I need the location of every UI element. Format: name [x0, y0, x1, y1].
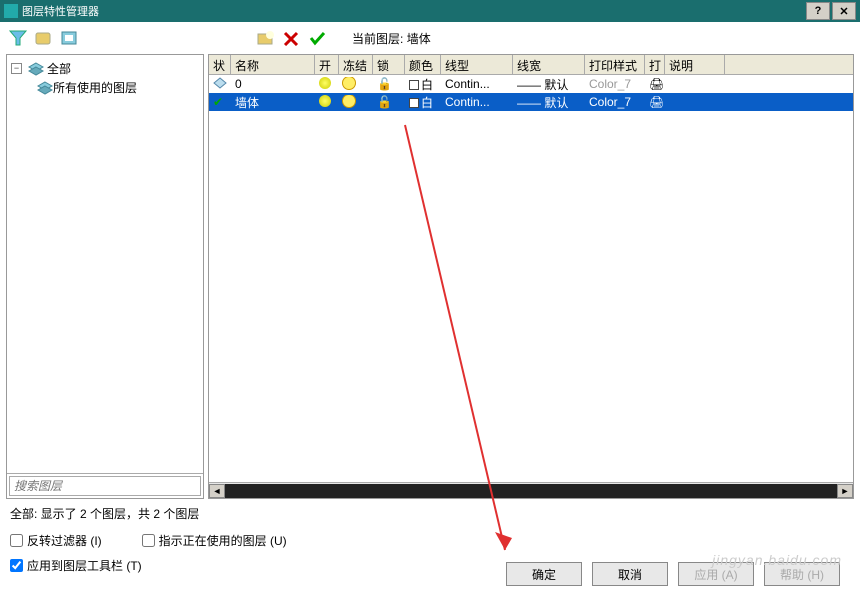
plotstyle-cell[interactable]: Color_7	[585, 77, 645, 91]
layers-stack-icon	[28, 62, 44, 76]
bulb-on-icon[interactable]	[319, 95, 331, 107]
apply-toolbar-input[interactable]	[10, 559, 23, 572]
options-row-1: 反转过滤器 (I) 指示正在使用的图层 (U)	[0, 528, 860, 553]
new-group-filter-icon[interactable]	[34, 30, 54, 46]
watermark: jingyan.baidu.com	[712, 552, 842, 568]
new-filter-icon[interactable]	[8, 30, 28, 46]
col-on[interactable]: 开	[315, 55, 339, 74]
bulb-on-icon[interactable]	[319, 77, 331, 89]
window-title: 图层特性管理器	[22, 3, 804, 19]
col-name[interactable]: 名称	[231, 55, 315, 74]
close-button[interactable]: ✕	[832, 2, 856, 20]
title-bar: 图层特性管理器 ? ✕	[0, 0, 860, 22]
app-icon	[4, 4, 18, 18]
plotstyle-cell[interactable]: Color_7	[585, 95, 645, 109]
sun-icon[interactable]	[343, 95, 355, 107]
collapse-icon[interactable]: −	[11, 63, 22, 74]
layer-name-cell[interactable]: 墙体	[231, 94, 315, 111]
set-current-icon[interactable]	[308, 30, 328, 46]
apply-toolbar-checkbox[interactable]: 应用到图层工具栏 (T)	[10, 557, 142, 574]
lineweight-cell[interactable]: —— 默认	[513, 94, 585, 111]
current-check-icon: ✔	[213, 95, 223, 109]
search-input[interactable]	[9, 476, 201, 496]
col-linetype[interactable]: 线型	[441, 55, 513, 74]
col-status[interactable]: 状	[209, 55, 231, 74]
col-plotstyle[interactable]: 打印样式	[585, 55, 645, 74]
col-freeze[interactable]: 冻结	[339, 55, 373, 74]
tree-root-all[interactable]: − 全部	[11, 59, 199, 78]
filter-tree-panel: − 全部 所有使用的图层	[6, 54, 204, 499]
layer-states-icon[interactable]	[60, 30, 80, 46]
search-container	[7, 473, 203, 498]
color-swatch[interactable]	[409, 80, 419, 90]
layers-panel: 状 名称 开 冻结 锁定 颜色 线型 线宽 打印样式 打 说明 0 🔓 白 Co…	[208, 54, 854, 499]
scroll-track[interactable]	[225, 484, 837, 498]
scroll-left-button[interactable]: ◄	[209, 484, 225, 498]
status-bar: 全部: 显示了 2 个图层，共 2 个图层	[0, 499, 860, 528]
tree-root-label: 全部	[47, 60, 71, 77]
scroll-right-button[interactable]: ►	[837, 484, 853, 498]
layer-row[interactable]: 0 🔓 白 Contin... —— 默认 Color_7 🖨	[209, 75, 853, 93]
current-layer-display: 当前图层: 墙体	[352, 30, 431, 47]
help-button[interactable]: ?	[806, 2, 830, 20]
indicate-in-use-checkbox[interactable]: 指示正在使用的图层 (U)	[142, 532, 287, 549]
invert-filter-checkbox[interactable]: 反转过滤器 (I)	[10, 532, 102, 549]
linetype-cell[interactable]: Contin...	[441, 77, 513, 91]
status-text: 全部: 显示了 2 个图层，共 2 个图层	[10, 507, 199, 521]
layer-status-icon	[213, 77, 227, 89]
col-color[interactable]: 颜色	[405, 55, 441, 74]
indicate-in-use-input[interactable]	[142, 534, 155, 547]
layers-stack-icon	[37, 81, 53, 95]
current-layer-label: 当前图层:	[352, 32, 403, 46]
layer-name-cell[interactable]: 0	[231, 77, 315, 91]
col-lock[interactable]: 锁定	[373, 55, 405, 74]
tree-child-used[interactable]: 所有使用的图层	[37, 78, 199, 97]
tree-child-label: 所有使用的图层	[53, 79, 137, 96]
col-plot[interactable]: 打	[645, 55, 665, 74]
new-layer-icon[interactable]	[256, 30, 276, 46]
content-area: − 全部 所有使用的图层 状 名称 开 冻结 锁定 颜色 线型 线宽 打印样式 …	[0, 54, 860, 499]
current-layer-value: 墙体	[407, 32, 431, 46]
linetype-cell[interactable]: Contin...	[441, 95, 513, 109]
toolbar: 当前图层: 墙体	[0, 22, 860, 54]
col-lineweight[interactable]: 线宽	[513, 55, 585, 74]
plotter-icon[interactable]: 🖨	[649, 95, 664, 109]
plotter-icon[interactable]: 🖨	[649, 77, 664, 91]
layers-body[interactable]: 0 🔓 白 Contin... —— 默认 Color_7 🖨 ✔ 墙体 🔓 白…	[209, 75, 853, 482]
color-swatch[interactable]	[409, 98, 419, 108]
filter-tree[interactable]: − 全部 所有使用的图层	[7, 55, 203, 473]
layer-row[interactable]: ✔ 墙体 🔓 白 Contin... —— 默认 Color_7 🖨	[209, 93, 853, 111]
layers-header-row: 状 名称 开 冻结 锁定 颜色 线型 线宽 打印样式 打 说明	[209, 55, 853, 75]
col-description[interactable]: 说明	[665, 55, 725, 74]
ok-button[interactable]: 确定	[506, 562, 582, 586]
sun-icon[interactable]	[343, 77, 355, 89]
delete-layer-icon[interactable]	[282, 30, 302, 46]
horizontal-scrollbar[interactable]: ◄ ►	[209, 482, 853, 498]
lineweight-cell[interactable]: —— 默认	[513, 76, 585, 93]
invert-filter-input[interactable]	[10, 534, 23, 547]
cancel-button[interactable]: 取消	[592, 562, 668, 586]
lock-open-icon[interactable]: 🔓	[377, 95, 392, 109]
lock-open-icon[interactable]: 🔓	[377, 77, 392, 91]
window-controls: ? ✕	[804, 2, 856, 20]
